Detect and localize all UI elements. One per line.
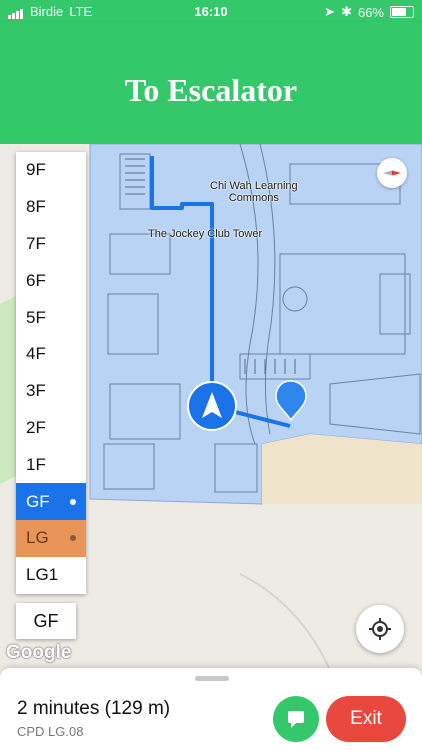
floor-item-5f[interactable]: 5F — [16, 299, 86, 336]
floor-item-4f[interactable]: 4F — [16, 336, 86, 373]
floor-item-6f[interactable]: 6F — [16, 262, 86, 299]
compass-icon — [383, 170, 401, 176]
map-label-chi-wah: Chi Wah Learning Commons — [210, 180, 298, 204]
map-label-jockey-club: The Jockey Club Tower — [148, 228, 263, 240]
floor-item-lg1[interactable]: LG1 — [16, 557, 86, 594]
floor-item-8f[interactable]: 8F — [16, 189, 86, 226]
floor-item-1f[interactable]: 1F — [16, 446, 86, 483]
compass-button[interactable] — [377, 158, 407, 188]
selected-dot-icon — [70, 498, 76, 505]
route-floor-dot-icon — [70, 535, 76, 542]
chat-button[interactable] — [273, 696, 319, 742]
sheet-drag-handle[interactable] — [195, 676, 229, 681]
current-floor-button[interactable]: GF — [16, 603, 76, 639]
chat-bubble-icon — [288, 711, 304, 728]
floor-item-9f[interactable]: 9F — [16, 152, 86, 189]
battery-icon — [390, 6, 414, 18]
page-title: To Escalator — [124, 72, 298, 108]
location-arrow-icon: ➤ — [324, 4, 336, 19]
battery-percent: 66% — [357, 4, 384, 20]
google-logo: Google — [6, 642, 72, 663]
route-bottom-sheet: 2 minutes (129 m) CPD LG.08 Exit — [0, 668, 422, 750]
floor-item-3f[interactable]: 3F — [16, 373, 86, 410]
floor-item-2f[interactable]: 2F — [16, 410, 86, 447]
bluetooth-icon: ✱ — [341, 4, 352, 19]
floor-item-gf[interactable]: GF — [16, 483, 86, 520]
my-location-button[interactable] — [356, 605, 404, 653]
status-bar: Birdie LTE 16:10 ➤ ✱ 66% — [0, 0, 422, 22]
destination-code: CPD LG.08 — [17, 724, 84, 739]
route-eta: 2 minutes (129 m) — [17, 698, 171, 719]
floor-selector: 9F 8F 7F 6F 5F 4F 3F 2F 1F GF LG LG1 — [16, 152, 86, 594]
floor-item-lg[interactable]: LG — [16, 519, 86, 557]
exit-button[interactable]: Exit — [326, 696, 406, 742]
navigation-header: To Escalator — [0, 22, 422, 144]
floor-item-7f[interactable]: 7F — [16, 226, 86, 263]
crosshair-icon — [369, 618, 391, 640]
